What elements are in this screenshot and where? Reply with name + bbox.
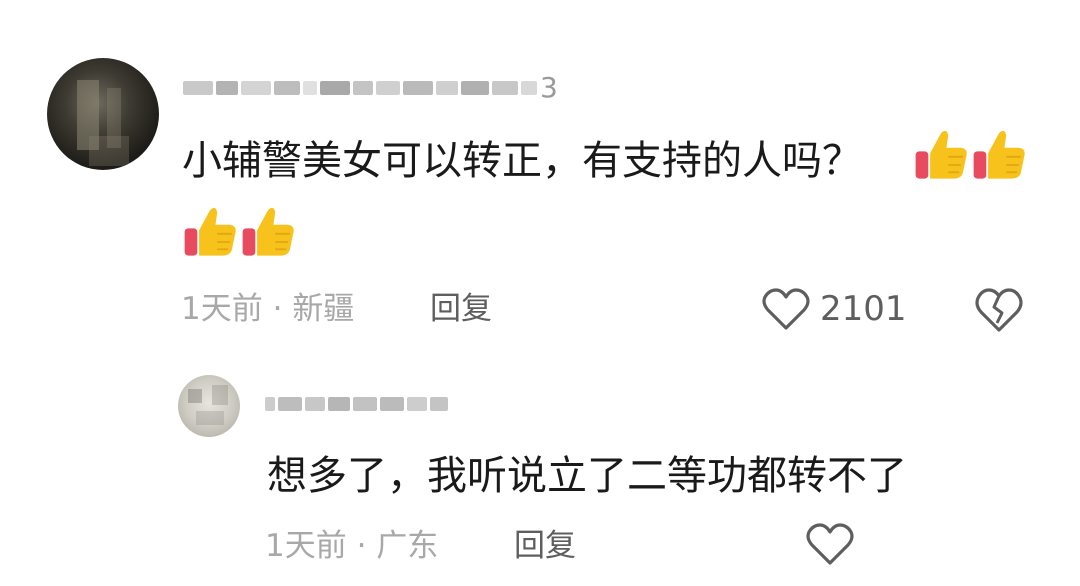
replier-username[interactable] (265, 397, 448, 411)
reply-location: 广东 (376, 528, 439, 564)
username-visible-char: 3 (540, 71, 558, 104)
meta-separator: · (356, 528, 367, 564)
commenter-username[interactable]: 3 (183, 74, 558, 102)
like-count: 2101 (820, 289, 907, 329)
comment-time: 1天前 (181, 291, 263, 327)
reply-reply-button[interactable]: 回复 (514, 528, 576, 564)
comment-reply-button[interactable]: 回复 (430, 291, 492, 327)
heart-outline-icon (762, 288, 810, 330)
replier-avatar[interactable] (178, 375, 240, 437)
thumbs-up-emoji (242, 207, 294, 256)
reply-text: 想多了，我听说立了二等功都转不了 (267, 453, 907, 499)
comment-text: 小辅警美女可以转正，有支持的人吗？ (182, 138, 862, 184)
thumbs-up-emoji (973, 130, 1025, 179)
commenter-avatar[interactable] (47, 58, 159, 170)
comment-like-button[interactable]: 2101 (762, 287, 907, 331)
comment-location: 新疆 (292, 291, 355, 327)
thumbs-up-emoji (915, 130, 967, 179)
reply-meta: 1天前 · 广东 (265, 528, 438, 564)
heart-outline-icon[interactable] (806, 522, 854, 566)
comment-meta: 1天前 · 新疆 (181, 291, 354, 327)
reply-time: 1天前 (265, 528, 347, 564)
meta-separator: · (272, 291, 283, 327)
thumbs-up-emoji (184, 207, 236, 256)
broken-heart-icon[interactable] (974, 287, 1024, 333)
